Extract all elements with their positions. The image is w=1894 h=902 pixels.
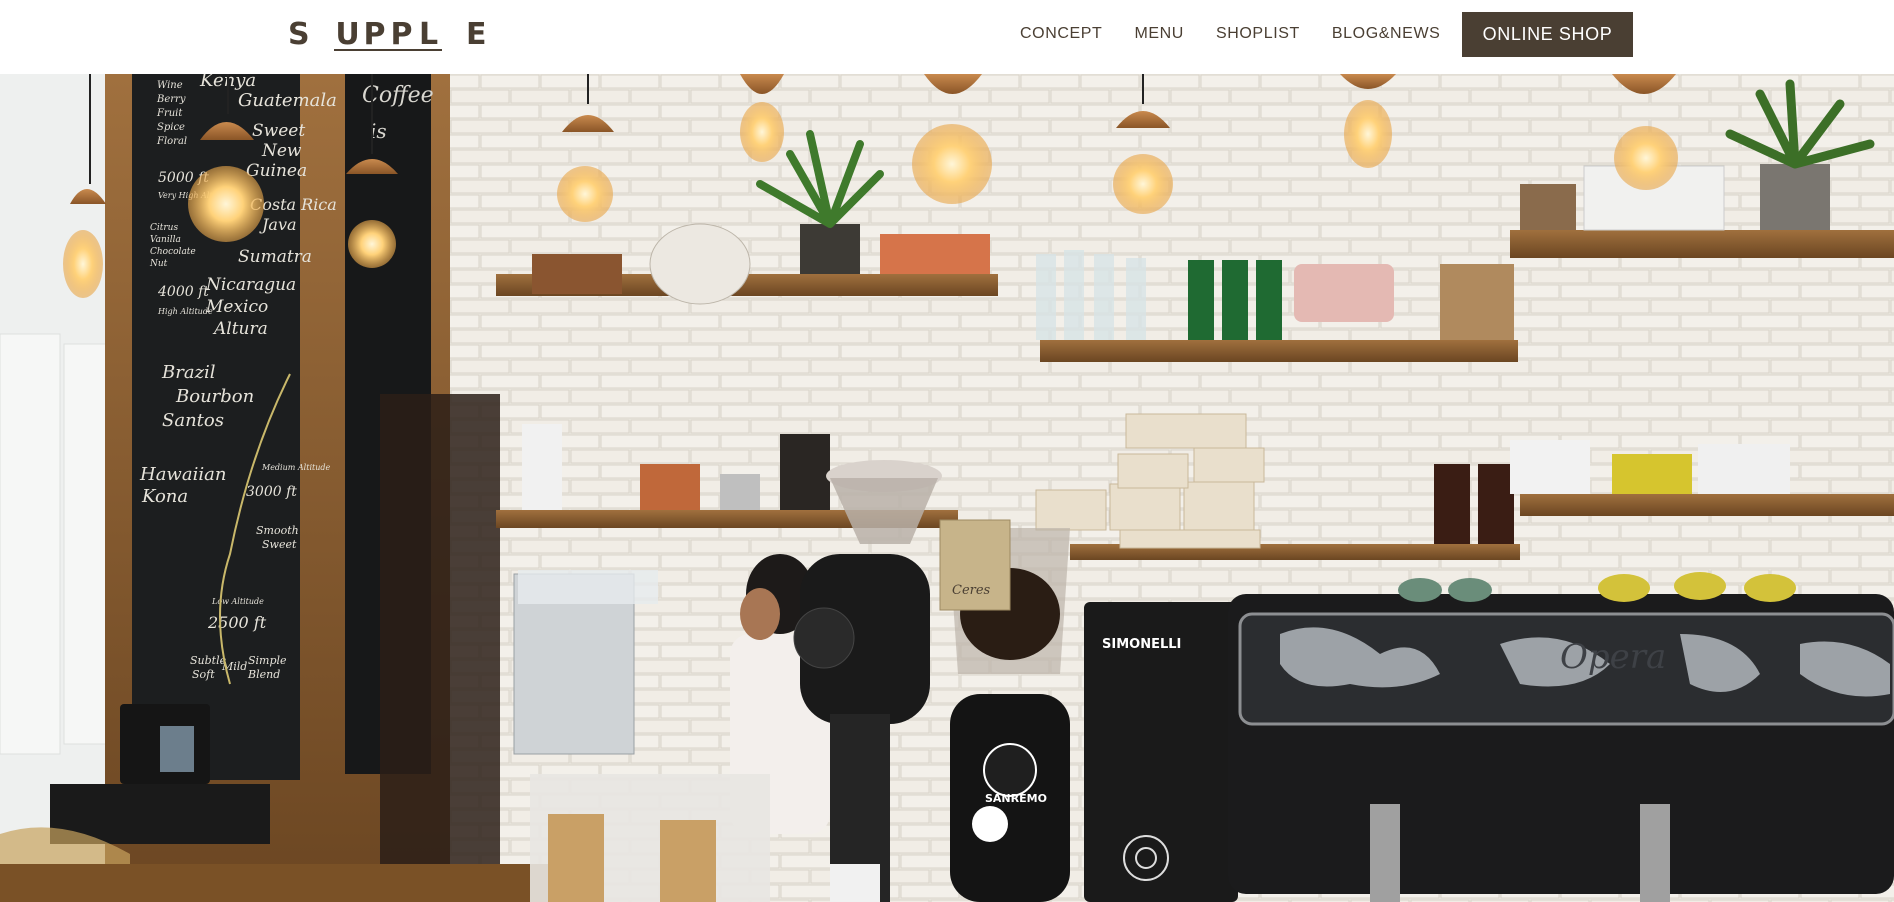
main-nav: CONCEPT MENU SHOPLIST BLOG&NEWS [1020, 0, 1440, 68]
chalk-note: Wine [157, 80, 183, 91]
wall-panel [63, 343, 111, 745]
machine-brand-label: Opera [1560, 637, 1666, 677]
bag-label: Ceres [952, 583, 991, 598]
chalk-altitude: Medium Altitude [261, 463, 330, 472]
chalk-note: Nut [149, 259, 168, 269]
simonelli-grinder: SIMONELLI [1084, 602, 1238, 902]
chalk-altitude: Low Altitude [211, 597, 264, 606]
chalk-origin: Guatemala [238, 90, 337, 111]
chalk-note: Spice [157, 122, 185, 133]
shelf [1520, 494, 1894, 516]
grinder-brand-label: SIMONELLI [1102, 637, 1181, 652]
shelf [1040, 340, 1518, 362]
chalk-origin: Bourbon [175, 386, 254, 407]
paper-cup [830, 864, 880, 902]
sanremo-grinder: SANREMO Ceres [939, 519, 1070, 902]
logo-middle: U P P L [334, 17, 442, 52]
chalk-altitude: 4000 ft [157, 284, 209, 300]
espresso-machine: Opera [1228, 572, 1894, 902]
logo-underline [334, 48, 442, 51]
coffee-bag [660, 820, 716, 902]
site-header: S U P P L E CONCEPT MENU SHOPLIST BLOG&N… [0, 0, 1894, 74]
chalk-origin: Altura [212, 319, 268, 339]
chalk-origin: Guinea [246, 161, 307, 181]
logo-letter: P [390, 16, 413, 52]
chalk-note: Blend [247, 668, 280, 681]
nav-blog-news[interactable]: BLOG&NEWS [1332, 25, 1441, 43]
nav-shoplist[interactable]: SHOPLIST [1216, 25, 1300, 43]
chalk-origin: Java [259, 215, 297, 234]
chalk-origin: Kona [141, 486, 188, 507]
chalk-origin: Sumatra [238, 247, 312, 267]
cafe-interior-illustration: Coffee is Kenya Guatemala Wine Berry Fru… [0, 74, 1894, 902]
hero-image: Coffee is Kenya Guatemala Wine Berry Fru… [0, 74, 1894, 902]
nav-menu[interactable]: MENU [1134, 25, 1184, 43]
logo-letter: L [418, 16, 439, 52]
chalk-note: Sweet [262, 538, 297, 551]
chalk-origin: Brazil [161, 362, 216, 383]
chalk-altitude: 2500 ft [207, 613, 267, 632]
dispenser-tray [518, 570, 658, 604]
chalk-altitude: 3000 ft [246, 484, 297, 500]
chalk-note: Citrus [150, 223, 178, 233]
online-shop-button[interactable]: ONLINE SHOP [1462, 12, 1633, 57]
chalk-origin: Mexico [205, 297, 268, 317]
chalk-note: Fruit [156, 108, 183, 119]
chalk-note: Vanilla [150, 235, 181, 245]
logo-letter: U [335, 16, 360, 52]
cups [1598, 572, 1796, 602]
wall-panel [0, 333, 61, 755]
chalk-note: Soft [192, 668, 215, 681]
chalk-origin: Sweet [252, 121, 305, 141]
logo-letter: E [466, 16, 487, 52]
brand-logo[interactable]: S U P P L E [288, 14, 487, 54]
chalk-note: Simple [248, 654, 287, 667]
chalk-origin: New [261, 141, 302, 161]
coffee-bag [548, 814, 604, 902]
nav-concept[interactable]: CONCEPT [1020, 25, 1102, 43]
chalk-note: Berry [156, 94, 186, 105]
chalk-note: Smooth [256, 524, 299, 537]
logo-letter: S [288, 16, 310, 52]
chalk-origin: Santos [162, 410, 224, 431]
chalk-note: Floral [156, 136, 187, 147]
shelf-tower [380, 394, 500, 894]
chalk-origin: Hawaiian [139, 464, 226, 485]
grinder-brand-label: SANREMO [985, 792, 1047, 805]
shelf [1510, 230, 1894, 258]
counter-top [0, 864, 560, 902]
chalk-note: Chocolate [150, 247, 196, 257]
chalk-origin: Nicaragua [205, 275, 296, 295]
logo-letter: P [363, 16, 386, 52]
chalk-altitude: High Altitude [157, 307, 213, 316]
